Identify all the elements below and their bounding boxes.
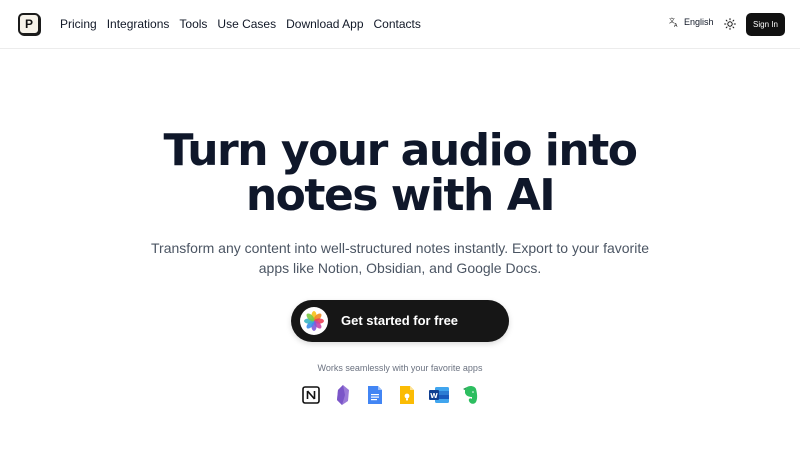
nav-use-cases[interactable]: Use Cases xyxy=(217,16,276,32)
svg-text:A: A xyxy=(674,23,678,27)
nav-download-app[interactable]: Download App xyxy=(286,16,363,32)
main-nav: Pricing Integrations Tools Use Cases Dow… xyxy=(60,16,431,32)
hero-title-line1: Turn your audio into xyxy=(163,125,638,176)
language-selector[interactable]: 文 A English xyxy=(669,17,714,27)
nav-tools[interactable]: Tools xyxy=(179,16,207,32)
hero-subtitle-line1: Transform any content into well-structur… xyxy=(151,240,649,256)
nav-contacts[interactable]: Contacts xyxy=(374,16,421,32)
hero-title: Turn your audio into notes with AI xyxy=(0,128,800,218)
photos-icon xyxy=(300,307,328,335)
works-with-text: Works seamlessly with your favorite apps xyxy=(317,363,483,373)
sign-in-button[interactable]: Sign In xyxy=(746,13,785,36)
app-icons-row: W xyxy=(300,384,482,408)
logo[interactable]: P xyxy=(18,13,40,35)
hero-subtitle-line2: apps like Notion, Obsidian, and Google D… xyxy=(258,260,542,276)
header: P Pricing Integrations Tools Use Cases D… xyxy=(0,0,800,49)
translate-icon: 文 A xyxy=(669,17,678,27)
notion-icon xyxy=(300,384,322,406)
get-started-label: Get started for free xyxy=(341,313,459,328)
google-keep-icon xyxy=(396,384,418,406)
get-started-button[interactable]: Get started for free xyxy=(291,300,509,342)
microsoft-word-icon: W xyxy=(428,384,450,406)
language-label: English xyxy=(684,17,714,27)
hero-subtitle: Transform any content into well-structur… xyxy=(150,238,650,278)
hero-title-line2: notes with AI xyxy=(245,170,556,221)
svg-text:W: W xyxy=(430,392,438,400)
nav-integrations[interactable]: Integrations xyxy=(107,16,170,32)
evernote-icon xyxy=(460,384,482,406)
nav-pricing[interactable]: Pricing xyxy=(60,16,97,32)
google-docs-icon xyxy=(364,384,386,406)
sun-icon[interactable] xyxy=(724,18,736,30)
obsidian-icon xyxy=(332,384,354,406)
logo-letter: P xyxy=(24,17,33,31)
